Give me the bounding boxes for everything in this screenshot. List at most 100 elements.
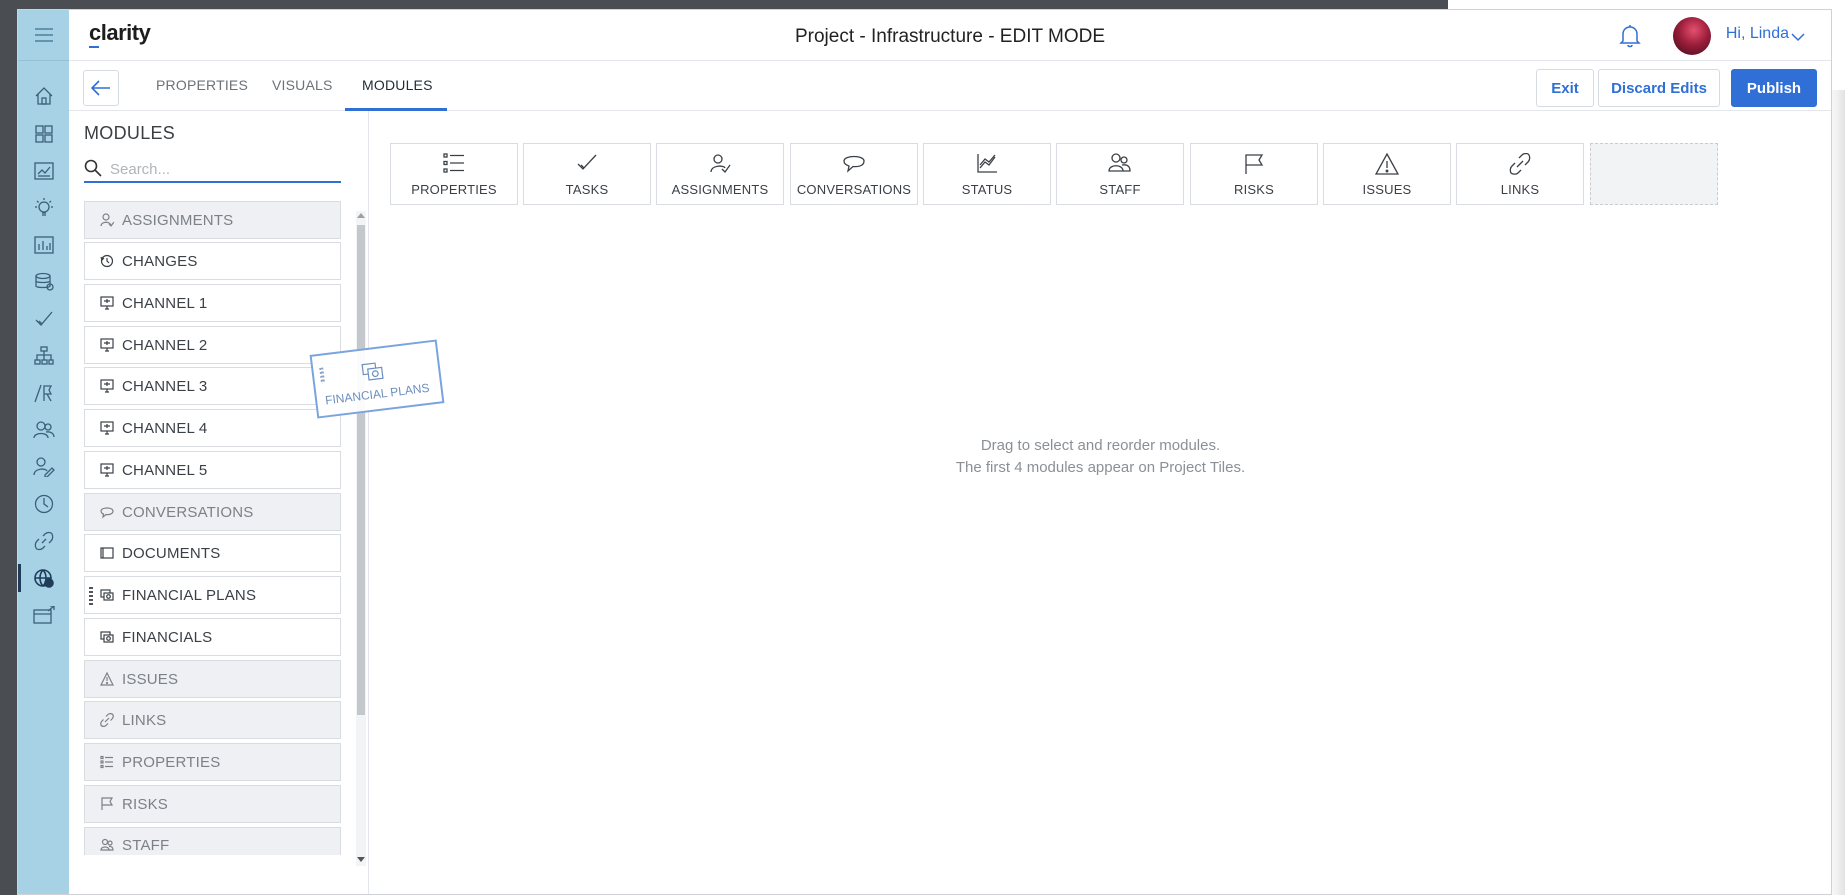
channel-icon xyxy=(99,378,115,394)
search-input[interactable] xyxy=(110,159,330,179)
user-edit-icon[interactable] xyxy=(18,449,69,485)
module-tile[interactable]: STATUS xyxy=(923,143,1051,205)
list-item[interactable]: RISKS xyxy=(84,785,341,823)
scroll-up-icon[interactable] xyxy=(357,213,365,218)
list-item[interactable]: CHANNEL 1 xyxy=(84,284,341,322)
module-label: CHANGES xyxy=(122,252,198,270)
globe-money-icon[interactable] xyxy=(18,560,69,596)
module-label: CHANNEL 1 xyxy=(122,294,208,312)
module-label: ISSUES xyxy=(122,670,179,688)
module-tile[interactable]: RISKS xyxy=(1190,143,1318,205)
home-icon[interactable] xyxy=(18,78,69,114)
scrollbar[interactable] xyxy=(356,211,366,866)
module-tile[interactable]: ASSIGNMENTS xyxy=(656,143,784,205)
tab-properties[interactable]: PROPERTIES xyxy=(156,77,248,93)
list-item[interactable]: CHANNEL 4 xyxy=(84,409,341,447)
arrow-left-icon xyxy=(91,80,110,96)
list-item[interactable]: ASSIGNMENTS xyxy=(84,201,341,239)
warning-icon xyxy=(99,671,115,687)
hierarchy-icon[interactable] xyxy=(18,338,69,374)
roadmap-icon[interactable] xyxy=(18,375,69,411)
list-item[interactable]: DOCUMENTS xyxy=(84,534,341,572)
module-label: STAFF xyxy=(122,837,170,854)
menu-icon[interactable] xyxy=(18,10,69,61)
tile-label: PROPERTIES xyxy=(411,182,497,197)
scroll-down-icon[interactable] xyxy=(357,857,365,862)
list-item[interactable]: CHANNEL 5 xyxy=(84,451,341,489)
channel-icon xyxy=(99,420,115,436)
channel-icon xyxy=(99,295,115,311)
inbox-icon[interactable] xyxy=(18,597,69,633)
team-icon[interactable] xyxy=(18,412,69,448)
search-field[interactable] xyxy=(84,157,341,183)
module-tile[interactable]: ISSUES xyxy=(1323,143,1451,205)
module-label: RISKS xyxy=(122,795,169,813)
page-title: Project - Infrastructure - EDIT MODE xyxy=(794,26,1106,47)
module-tile[interactable]: TASKS xyxy=(523,143,651,205)
module-label: CONVERSATIONS xyxy=(122,503,254,521)
list-item[interactable]: LINKS xyxy=(84,701,341,739)
avatar[interactable] xyxy=(1673,17,1711,55)
list-item[interactable]: CONVERSATIONS xyxy=(84,493,341,531)
module-tile[interactable]: LINKS xyxy=(1456,143,1584,205)
back-button[interactable] xyxy=(83,70,119,106)
database-icon[interactable] xyxy=(18,264,69,300)
module-label: DOCUMENTS xyxy=(122,544,221,562)
list-icon xyxy=(391,153,517,173)
financial-icon xyxy=(99,629,115,645)
warning-icon xyxy=(1324,153,1450,175)
nav-rail xyxy=(18,10,69,894)
main-canvas: PROPERTIES TASKS ASSIGNMENTS CONVERSATIO… xyxy=(370,111,1831,894)
module-label: FINANCIALS xyxy=(122,628,213,646)
module-label: PROPERTIES xyxy=(122,753,221,771)
list-item[interactable]: PROPERTIES xyxy=(84,743,341,781)
tile-label: ASSIGNMENTS xyxy=(671,182,769,197)
tab-modules[interactable]: MODULES xyxy=(362,77,433,93)
link-icon xyxy=(99,712,115,728)
exit-button[interactable]: Exit xyxy=(1536,69,1594,107)
tab-visuals[interactable]: VISUALS xyxy=(272,77,333,93)
link-icon xyxy=(1457,153,1583,175)
module-label: CHANNEL 5 xyxy=(122,461,208,479)
modules-panel: MODULES ASSIGNMENTS CHANGES CHANNEL 1 xyxy=(69,111,369,894)
search-icon xyxy=(84,159,102,182)
tile-label: CONVERSATIONS xyxy=(796,182,912,197)
list-item[interactable]: STAFF xyxy=(84,827,341,855)
financial-icon xyxy=(99,587,115,603)
drag-hint: Drag to select and reorder modules. The … xyxy=(370,435,1831,479)
list-item[interactable]: CHANNEL 2 xyxy=(84,326,341,364)
module-tile[interactable]: CONVERSATIONS xyxy=(790,143,918,205)
tile-label: STAFF xyxy=(1099,182,1141,197)
list-item[interactable]: ISSUES xyxy=(84,660,341,698)
grid-icon[interactable] xyxy=(18,116,69,152)
empty-drop-slot[interactable] xyxy=(1590,143,1718,205)
list-item[interactable]: CHANGES xyxy=(84,242,341,280)
idea-icon[interactable] xyxy=(18,190,69,226)
channel-icon xyxy=(99,462,115,478)
module-label: ASSIGNMENTS xyxy=(122,211,234,229)
publish-button[interactable]: Publish xyxy=(1731,69,1817,107)
changes-icon xyxy=(99,253,115,269)
check-icon[interactable] xyxy=(18,301,69,337)
chart-board-icon[interactable] xyxy=(18,153,69,189)
list-item[interactable]: CHANNEL 3 xyxy=(84,367,341,405)
notification-bell-icon[interactable] xyxy=(1619,24,1641,53)
conversation-icon xyxy=(791,153,917,173)
module-tile[interactable]: STAFF xyxy=(1056,143,1184,205)
clock-icon[interactable] xyxy=(18,486,69,522)
discard-edits-button[interactable]: Discard Edits xyxy=(1598,69,1720,107)
flag-icon xyxy=(1191,153,1317,175)
flag-icon xyxy=(99,796,115,812)
list-item[interactable]: FINANCIALS xyxy=(84,618,341,656)
bar-chart-icon[interactable] xyxy=(18,227,69,263)
link-icon[interactable] xyxy=(18,523,69,559)
module-label: CHANNEL 2 xyxy=(122,336,208,354)
list-item[interactable]: FINANCIAL PLANS xyxy=(84,576,341,614)
user-greeting[interactable]: Hi, Linda xyxy=(1726,25,1789,43)
scrollbar-thumb[interactable] xyxy=(357,225,365,715)
chevron-down-icon[interactable] xyxy=(1791,29,1805,47)
staff-icon xyxy=(1057,153,1183,173)
drag-handle-icon[interactable] xyxy=(89,587,93,605)
hint-line-2: The first 4 modules appear on Project Ti… xyxy=(955,459,1246,476)
module-tile[interactable]: PROPERTIES xyxy=(390,143,518,205)
